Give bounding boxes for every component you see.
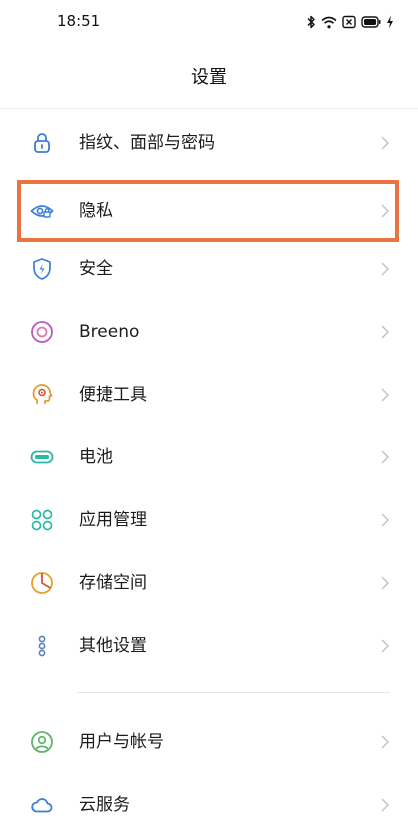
charging-icon <box>386 15 394 29</box>
settings-item-apps[interactable]: 应用管理 <box>0 489 418 551</box>
status-time: 18:51 <box>57 12 101 30</box>
cloud-icon <box>30 793 54 817</box>
chevron-right-icon <box>380 387 390 403</box>
settings-item-label: 隐私 <box>79 201 113 221</box>
chevron-right-icon <box>380 638 390 654</box>
wifi-icon <box>321 16 337 29</box>
settings-item-other[interactable]: 其他设置 <box>0 615 418 677</box>
chevron-right-icon <box>380 203 390 219</box>
chevron-right-icon <box>380 449 390 465</box>
settings-item-cloud[interactable]: 云服务 <box>0 774 418 836</box>
settings-item-label: 指纹、面部与密码 <box>79 133 215 153</box>
storage-icon <box>30 571 54 595</box>
chevron-right-icon <box>380 261 390 277</box>
settings-item-label: 便捷工具 <box>79 385 147 405</box>
settings-item-label: 应用管理 <box>79 510 147 530</box>
apps-icon <box>30 508 54 532</box>
settings-item-label: 其他设置 <box>79 636 147 656</box>
bluetooth-icon <box>306 15 316 29</box>
lock-icon <box>30 131 54 155</box>
settings-item-security[interactable]: 安全 <box>0 238 418 300</box>
privacy-eye-icon <box>30 199 54 223</box>
settings-item-label: 云服务 <box>79 795 130 815</box>
settings-item-breeno[interactable]: Breeno <box>0 301 418 363</box>
chevron-right-icon <box>380 512 390 528</box>
user-account-icon <box>30 730 54 754</box>
settings-item-label: 电池 <box>79 447 113 467</box>
settings-item-storage[interactable]: 存储空间 <box>0 552 418 614</box>
battery-settings-icon <box>30 445 54 469</box>
status-bar: 18:51 <box>0 0 418 44</box>
tools-icon <box>30 383 54 407</box>
more-settings-icon <box>30 634 54 658</box>
settings-item-battery[interactable]: 电池 <box>0 426 418 488</box>
sim-off-icon <box>342 15 356 29</box>
chevron-right-icon <box>380 324 390 340</box>
chevron-right-icon <box>380 135 390 151</box>
settings-item-tools[interactable]: 便捷工具 <box>0 364 418 426</box>
breeno-icon <box>30 320 54 344</box>
chevron-right-icon <box>380 734 390 750</box>
security-shield-icon <box>30 257 54 281</box>
chevron-right-icon <box>380 575 390 591</box>
chevron-right-icon <box>380 797 390 813</box>
settings-item-label: 存储空间 <box>79 573 147 593</box>
status-icons <box>306 12 394 32</box>
settings-item-account[interactable]: 用户与帐号 <box>0 711 418 773</box>
settings-item-password[interactable]: 指纹、面部与密码 <box>0 112 418 174</box>
settings-item-privacy[interactable]: 隐私 <box>0 180 418 242</box>
settings-item-label: 安全 <box>79 259 113 279</box>
header-divider <box>0 108 418 109</box>
battery-icon <box>361 16 381 28</box>
header: 设置 <box>0 56 418 100</box>
section-divider <box>77 692 390 693</box>
settings-item-label: Breeno <box>79 322 140 342</box>
page-title: 设置 <box>191 67 227 88</box>
settings-item-label: 用户与帐号 <box>79 732 164 752</box>
